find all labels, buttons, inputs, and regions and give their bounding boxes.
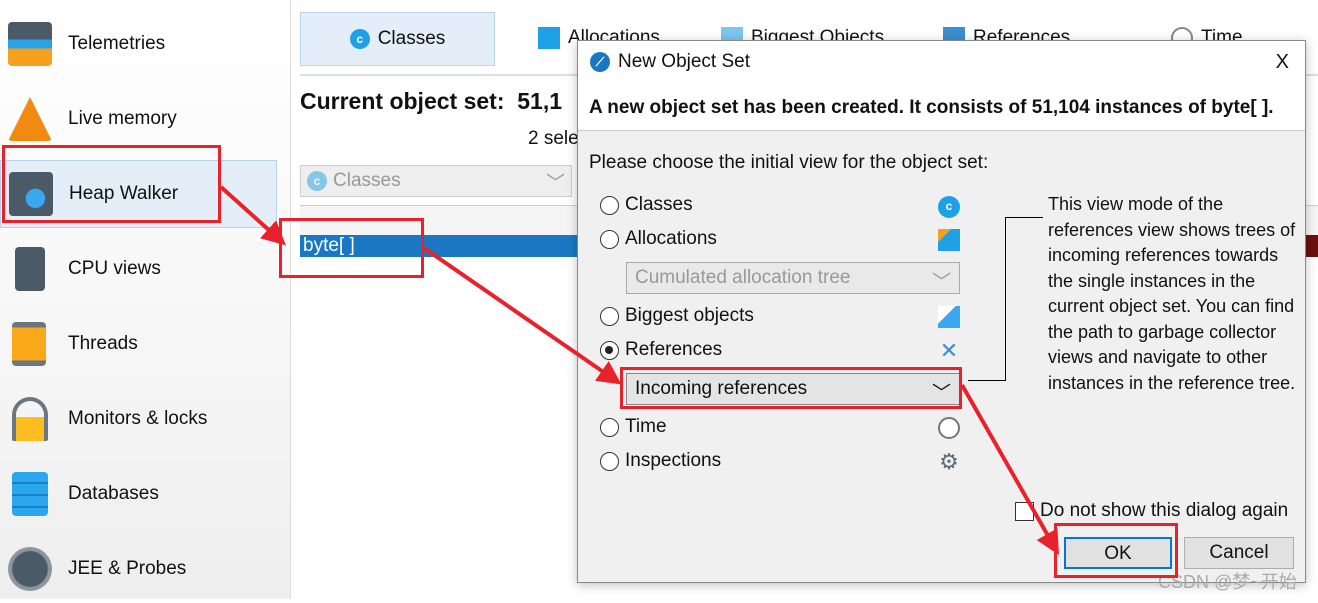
arrow-to-row xyxy=(219,185,286,246)
annotation-arrows xyxy=(219,185,1059,555)
arrow-to-ok xyxy=(960,384,1059,555)
arrow-to-combo xyxy=(422,246,622,385)
